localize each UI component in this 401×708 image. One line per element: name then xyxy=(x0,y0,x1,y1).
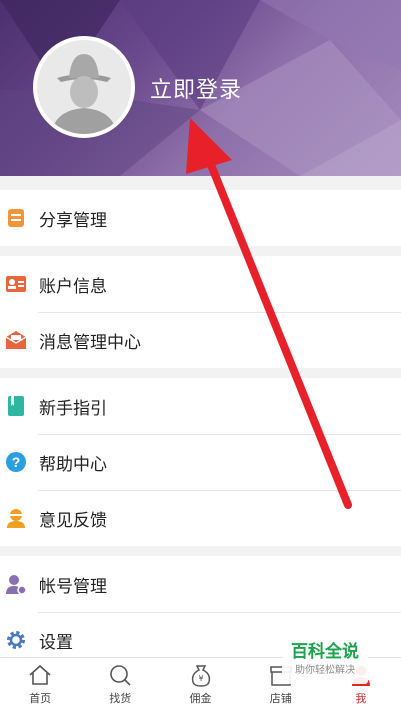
guide-book-icon xyxy=(5,395,27,417)
svg-text:¥: ¥ xyxy=(198,674,203,683)
menu-group-account: 账户信息 消息管理中心 xyxy=(0,256,401,368)
account-manage-icon xyxy=(5,573,27,595)
settings-gear-icon xyxy=(5,629,27,651)
watermark-badge: 百科全说 助你轻松解决 xyxy=(282,640,368,684)
menu-item-label: 分享管理 xyxy=(39,210,107,231)
message-center-icon xyxy=(5,329,27,351)
avatar[interactable] xyxy=(33,36,135,138)
money-bag-icon: ¥ xyxy=(191,665,210,687)
tab-home[interactable]: 首页 xyxy=(0,658,80,708)
menu-item-label: 账户信息 xyxy=(39,276,107,297)
menu-item-message-center[interactable]: 消息管理中心 xyxy=(0,312,401,368)
tab-label: 首页 xyxy=(29,692,52,705)
svg-text:?: ? xyxy=(12,454,21,470)
menu-item-account-manage[interactable]: 帐号管理 xyxy=(0,556,401,612)
tab-commission[interactable]: ¥ 佣金 xyxy=(160,658,240,708)
tab-label: 佣金 xyxy=(189,692,212,705)
tab-find-goods[interactable]: 找货 xyxy=(80,658,160,708)
menu-group-help: 新手指引 ? 帮助中心 意见反馈 xyxy=(0,378,401,546)
menu-item-label: 帮助中心 xyxy=(39,454,107,475)
tab-label: 我 xyxy=(355,692,367,705)
help-icon: ? xyxy=(5,451,27,473)
menu-item-guide[interactable]: 新手指引 xyxy=(0,378,401,434)
tab-label: 找货 xyxy=(109,692,132,705)
default-avatar-icon xyxy=(37,40,131,134)
login-button[interactable]: 立即登录 xyxy=(150,72,242,104)
menu-list: 分享管理 账户信息 消息管理中心 新手指引 ? 帮助中心 意见反馈 帐号管理 设… xyxy=(0,190,401,678)
menu-item-account-info[interactable]: 账户信息 xyxy=(0,256,401,312)
menu-item-help-center[interactable]: ? 帮助中心 xyxy=(0,434,401,490)
share-manage-icon xyxy=(5,207,27,229)
watermark-subtitle: 助你轻松解决 xyxy=(295,665,355,676)
search-icon xyxy=(110,665,131,686)
menu-item-share-manage[interactable]: 分享管理 xyxy=(0,190,401,246)
menu-item-label: 意见反馈 xyxy=(39,510,107,531)
menu-item-feedback[interactable]: 意见反馈 xyxy=(0,490,401,546)
home-icon xyxy=(29,664,51,685)
account-info-icon xyxy=(5,273,27,295)
watermark-title: 百科全说 xyxy=(291,642,359,662)
menu-item-label: 消息管理中心 xyxy=(39,332,141,353)
menu-group-share: 分享管理 xyxy=(0,190,401,246)
menu-item-label: 设置 xyxy=(39,632,73,653)
profile-header: 立即登录 xyxy=(0,0,401,176)
menu-item-label: 新手指引 xyxy=(39,398,107,419)
feedback-icon xyxy=(5,507,27,529)
tab-label: 店铺 xyxy=(269,692,292,705)
menu-item-label: 帐号管理 xyxy=(39,576,107,597)
